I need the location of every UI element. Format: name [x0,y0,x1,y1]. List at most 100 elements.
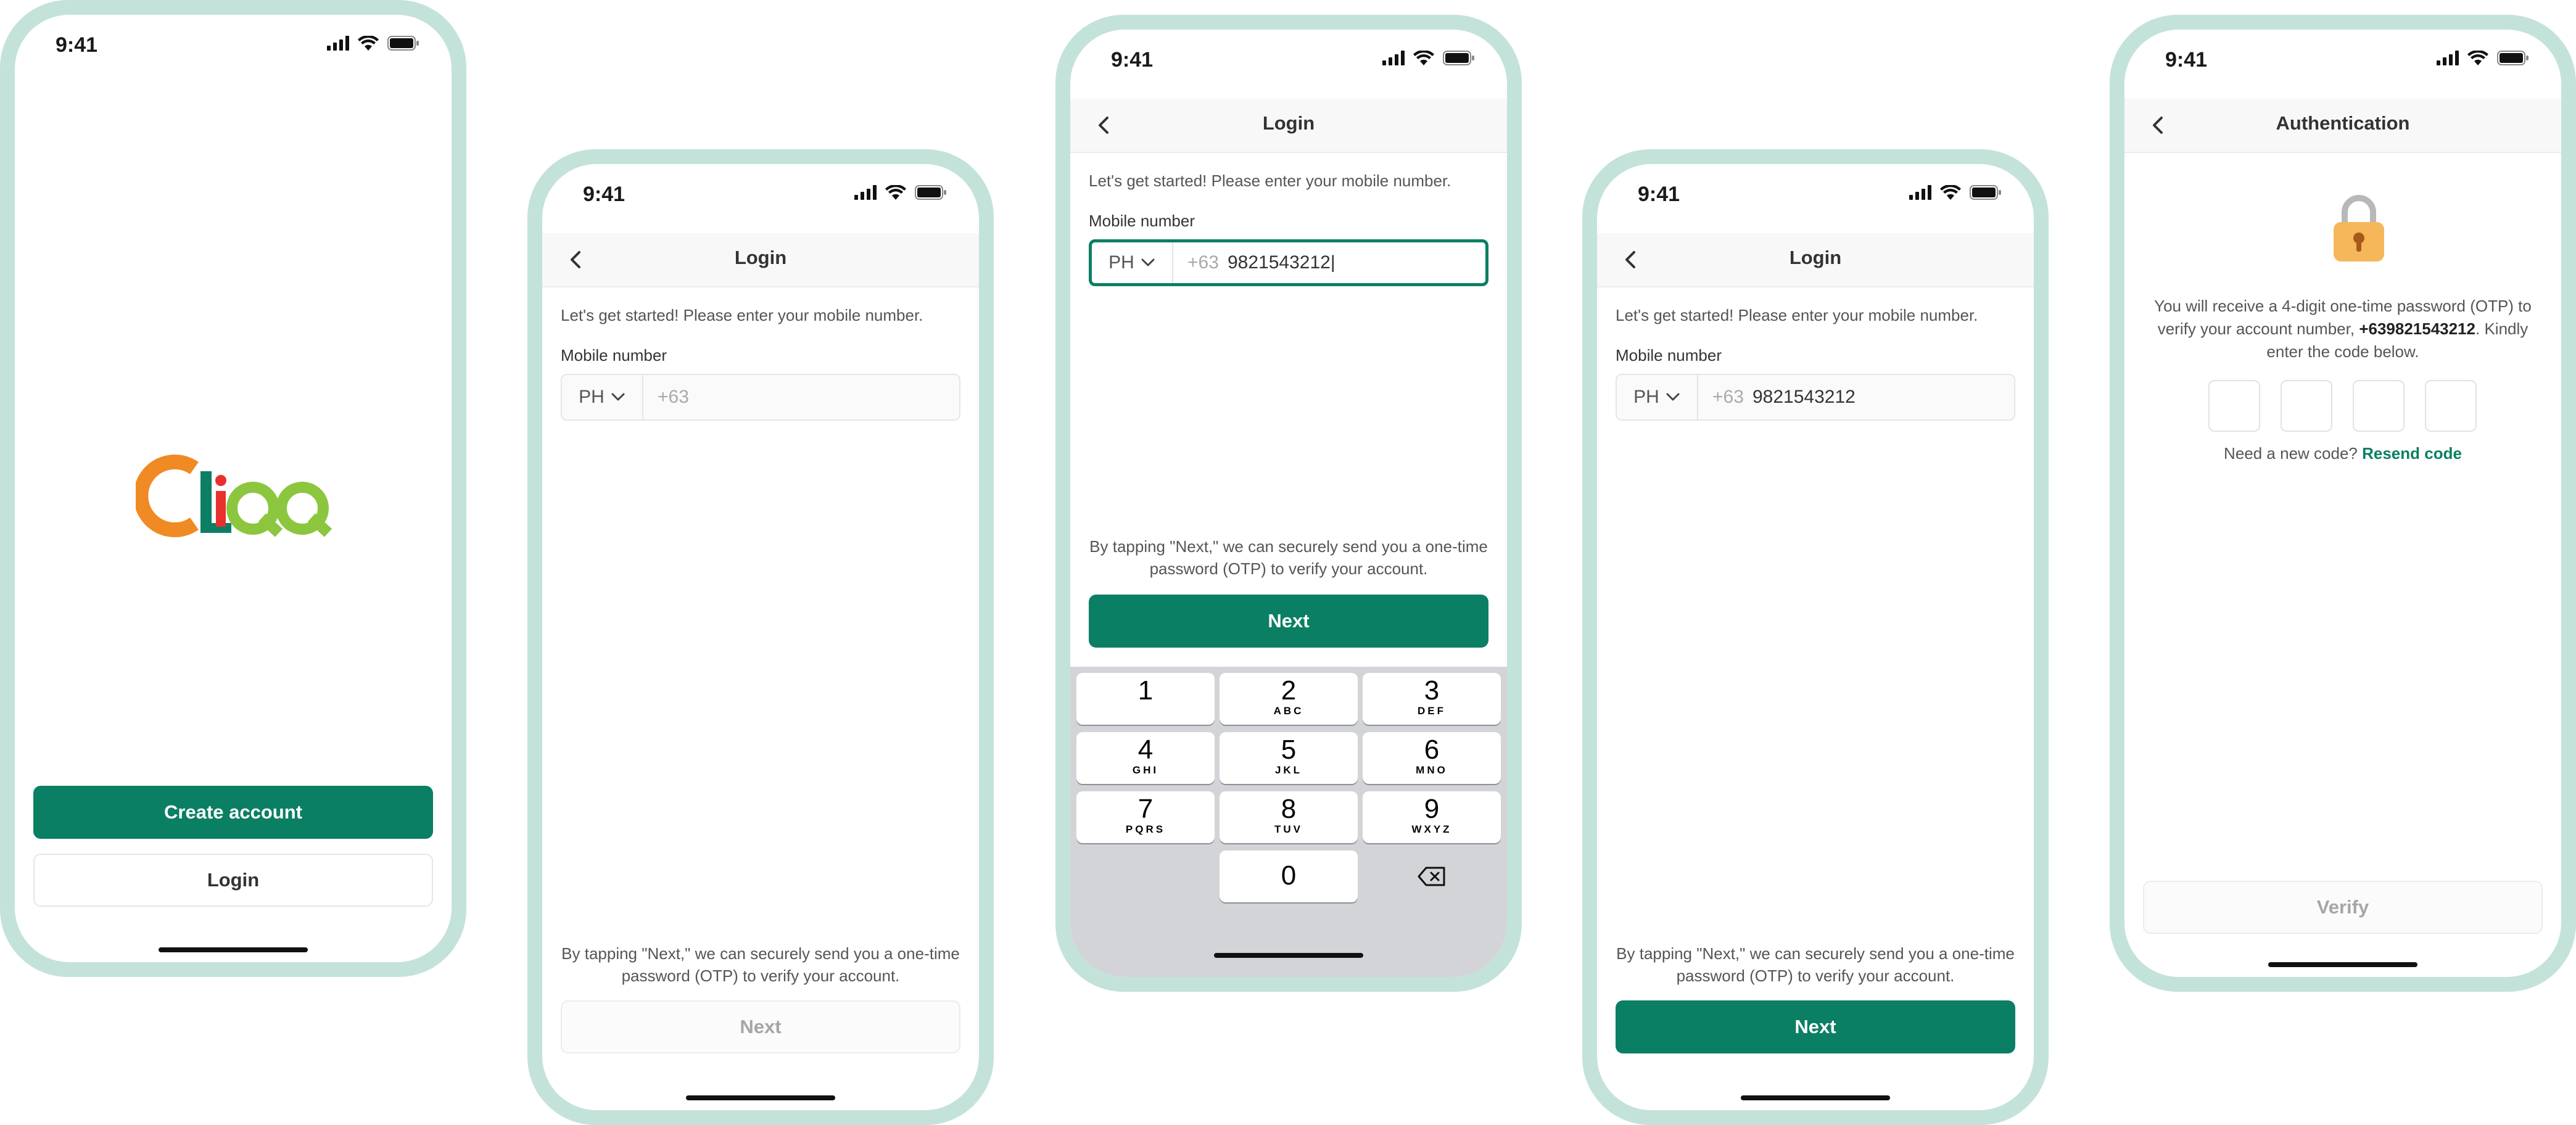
mobile-number-label: Mobile number [561,346,667,365]
signal-icon [854,185,877,200]
key-letters: DEF [1418,705,1446,717]
phone-authentication: 9:41 Authentication You will receive a 4… [2110,15,2576,992]
key-digit: 9 [1424,794,1440,824]
battery-icon [387,36,419,51]
intro-text: Let's get started! Please enter your mob… [1089,171,1451,190]
lock-icon [2334,195,2384,262]
status-bar: 9:41 [2124,30,2561,89]
status-icons [327,36,419,51]
signal-icon [1909,185,1931,200]
key-3[interactable]: 3 DEF [1363,673,1501,725]
otp-digit-3[interactable] [2353,380,2405,432]
page-title: Login [1789,247,1842,268]
key-letters: TUV [1274,823,1303,835]
dial-prefix: +63 [1712,387,1744,407]
phone-login-empty: 9:41 Login Let's get started! Please ent… [527,149,994,1125]
chevron-down-icon [1666,393,1680,401]
key-5[interactable]: 5 JKL [1220,732,1358,784]
key-digit: 5 [1281,735,1297,765]
next-button[interactable]: Next [1089,595,1488,648]
screen: 9:41 Login Let's get started! Please ent… [542,164,979,1110]
intro-text: Let's get started! Please enter your mob… [1616,306,1978,324]
key-digit: 3 [1424,675,1440,706]
key-9[interactable]: 9 WXYZ [1363,791,1501,843]
phone-welcome: 9:41 Create account Login [0,0,466,977]
otp-terms-text: By tapping "Next," we can securely send … [1616,944,2015,985]
status-icons [2437,51,2529,65]
wifi-icon [1940,185,1961,200]
otp-digit-2[interactable] [2281,380,2332,432]
status-time: 9:41 [1638,183,1680,206]
home-indicator[interactable] [159,947,308,952]
country-code-select[interactable]: PH [562,375,643,419]
home-indicator[interactable] [1214,953,1363,958]
key-6[interactable]: 6 MNO [1363,732,1501,784]
screen: 9:41 Create account Login [15,15,452,962]
key-8[interactable]: 8 TUV [1220,791,1358,843]
need-code-text: Need a new code? [2224,444,2358,463]
mobile-number-value: 9821543212| [1228,252,1335,273]
numeric-keypad: 1 2 ABC 3 DEF 4 GHI 5 JKL 6 MNO 7 PQRS 8 TUV 9W… [1070,667,1507,977]
create-account-button[interactable]: Create account [33,786,433,839]
status-time: 9:41 [56,33,98,57]
page-title: Authentication [2276,112,2410,134]
otp-message: You will receive a 4-digit one-time pass… [2149,295,2537,363]
chevron-down-icon [1141,258,1155,266]
chevron-down-icon [611,393,625,401]
status-icons [854,185,947,200]
key-1[interactable]: 1 [1076,673,1215,725]
backspace-key[interactable] [1363,851,1501,902]
screen: 9:41 Login Let's get started! Please ent… [1597,164,2034,1110]
key-letters: PQRS [1125,823,1166,835]
status-icons [1382,51,1475,65]
country-code-value: PH [1108,252,1134,273]
resend-code-link[interactable]: Resend code [2362,444,2462,463]
status-bar: 9:41 [542,164,979,223]
home-indicator[interactable] [2268,962,2417,967]
next-button[interactable]: Next [561,1000,960,1053]
key-7[interactable]: 7 PQRS [1076,791,1215,843]
key-letters: WXYZ [1411,823,1452,835]
signal-icon [1382,51,1405,65]
login-button[interactable]: Login [33,854,433,907]
signal-icon [327,36,349,51]
nav-bar: Authentication [2124,99,2561,153]
backspace-icon [1418,867,1445,886]
mobile-number-label: Mobile number [1616,346,1722,365]
battery-icon [2497,51,2529,65]
mobile-number-field[interactable]: PH +63 [561,374,960,421]
mobile-number-field[interactable]: PH +63 9821543212| [1089,239,1488,286]
app-logo [133,447,333,548]
intro-text: Let's get started! Please enter your mob… [561,306,923,324]
status-bar: 9:41 [1070,30,1507,89]
wifi-icon [885,185,906,200]
country-code-select[interactable]: PH [1092,242,1173,283]
key-0[interactable]: 0 [1220,851,1358,902]
nav-bar: Login [1070,99,1507,153]
wifi-icon [1413,51,1434,65]
next-button[interactable]: Next [1616,1000,2015,1053]
key-4[interactable]: 4 GHI [1076,732,1215,784]
key-digit: 8 [1281,794,1297,824]
status-time: 9:41 [1111,48,1154,72]
status-bar: 9:41 [15,15,452,74]
key-2[interactable]: 2 ABC [1220,673,1358,725]
verify-button[interactable]: Verify [2143,881,2543,934]
status-icons [1909,185,2002,200]
home-indicator[interactable] [686,1095,835,1100]
mobile-number-field[interactable]: PH +63 9821543212 [1616,374,2015,421]
status-bar: 9:41 [1597,164,2034,223]
signal-icon [2437,51,2459,65]
key-digit: 2 [1281,675,1297,706]
screen: 9:41 Login Let's get started! Please ent… [1070,30,1507,977]
key-digit: 0 [1281,860,1297,891]
wifi-icon [358,36,379,51]
country-code-value: PH [579,387,605,407]
otp-digit-4[interactable] [2425,380,2477,432]
dial-prefix: +63 [658,387,689,407]
dial-prefix: +63 [1187,252,1219,273]
home-indicator[interactable] [1741,1095,1890,1100]
mobile-number-label: Mobile number [1089,212,1195,230]
country-code-select[interactable]: PH [1617,375,1698,419]
otp-digit-1[interactable] [2208,380,2260,432]
